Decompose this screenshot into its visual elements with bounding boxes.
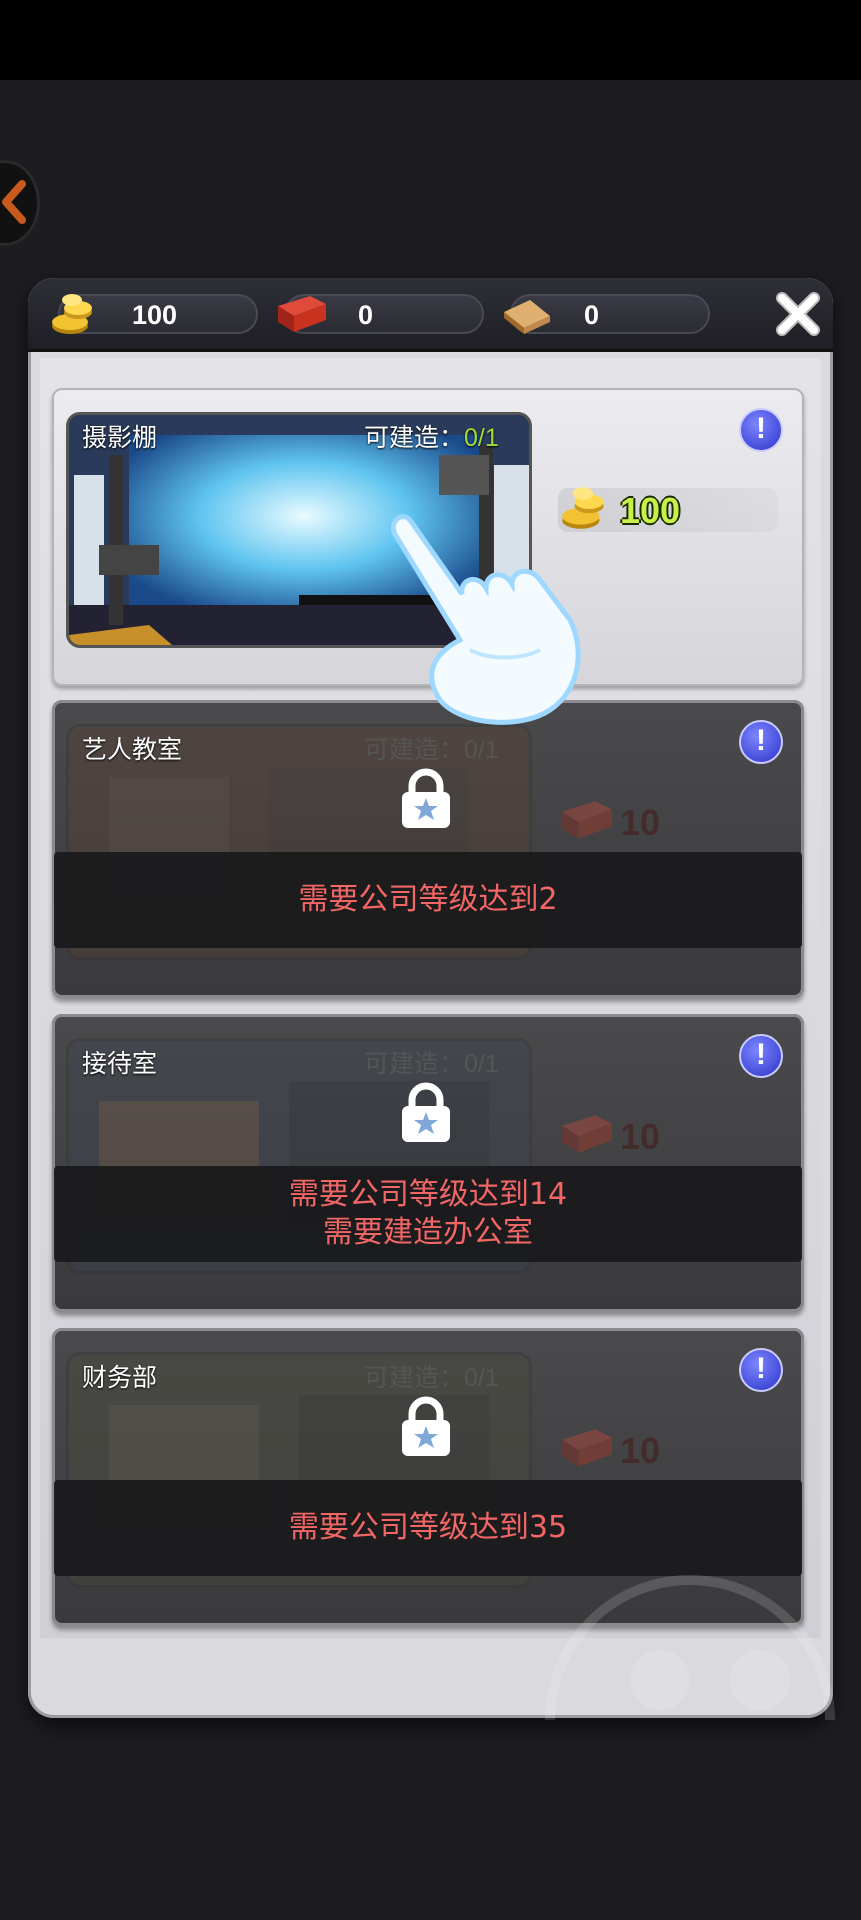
coin-counter: 100 [52, 294, 258, 334]
build-label: 可建造： [364, 1049, 465, 1078]
room-name: 财务部 [82, 1363, 158, 1392]
wood-plank-icon [504, 300, 550, 334]
gold-coin-icon [52, 294, 92, 334]
info-button[interactable]: ! [739, 720, 783, 764]
info-button[interactable]: ! [739, 1034, 783, 1078]
brick-icon [562, 801, 612, 839]
build-count-value: 0/1 [464, 1050, 499, 1078]
build-count: 可建造：0/1 [364, 730, 499, 766]
requirement-text: 需要公司等级达到35 [288, 1510, 568, 1545]
cost-value: 10 [620, 802, 661, 843]
lock-icon [402, 1396, 450, 1456]
build-count-value: 0/1 [464, 1364, 499, 1392]
requirement-banner: 需要公司等级达到2 [54, 852, 802, 948]
requirement-text: 需要公司等级达到14 [288, 1177, 568, 1212]
wood-value: 0 [584, 300, 600, 330]
build-label: 可建造： [364, 1363, 465, 1392]
build-count: 可建造：0/1 [364, 1358, 499, 1394]
brick-value: 0 [358, 300, 374, 330]
brick-counter: 0 [278, 294, 484, 334]
brick-icon [562, 1429, 612, 1467]
info-button[interactable]: ! [739, 408, 783, 452]
brick-icon [562, 1115, 612, 1153]
lock-icon [402, 768, 450, 828]
room-name: 艺人教室 [82, 735, 183, 764]
lock-icon [402, 1082, 450, 1142]
wood-counter: 0 [504, 294, 710, 334]
room-card-artist-classroom[interactable]: 艺人教室 可建造：0/1 ! 10 需要公司等级达到2 [52, 700, 804, 998]
status-bar [0, 0, 861, 80]
room-cost: 10 [558, 1428, 778, 1472]
back-button[interactable] [0, 160, 40, 246]
build-count: 可建造：0/1 [364, 418, 499, 454]
build-count-value: 0/1 [464, 424, 499, 452]
room-cost: 10 [558, 800, 778, 844]
requirement-text: 需要公司等级达到2 [298, 882, 558, 917]
resource-bar: 100 0 0 [28, 278, 833, 352]
room-name: 摄影棚 [82, 423, 158, 452]
cost-value: 10 [620, 1430, 661, 1471]
brick-icon [278, 296, 326, 332]
background-film-reel-decoration [545, 1575, 835, 1720]
close-icon[interactable] [772, 288, 824, 340]
room-card-reception[interactable]: 接待室 可建造：0/1 ! 10 需要公司等级达到14 需要建造办公室 [52, 1014, 804, 1312]
requirement-text: 需要建造办公室 [323, 1215, 533, 1250]
room-name: 接待室 [82, 1049, 158, 1078]
room-cost: 10 [558, 1114, 778, 1158]
tutorial-hand-pointer-icon [390, 514, 581, 725]
build-label: 可建造： [364, 423, 465, 452]
build-count-value: 0/1 [464, 736, 499, 764]
build-count: 可建造：0/1 [364, 1044, 499, 1080]
cost-value: 10 [620, 1116, 661, 1157]
cost-value: 100 [620, 490, 681, 531]
requirement-banner: 需要公司等级达到14 需要建造办公室 [54, 1166, 802, 1262]
back-arrow-icon [2, 180, 26, 224]
coin-value: 100 [132, 300, 178, 330]
build-label: 可建造： [364, 735, 465, 764]
build-panel: 100 0 0 摄影棚 可建造：0/1 ! 100 艺人教室 可建造：0/1 !… [28, 278, 833, 1718]
info-button[interactable]: ! [739, 1348, 783, 1392]
